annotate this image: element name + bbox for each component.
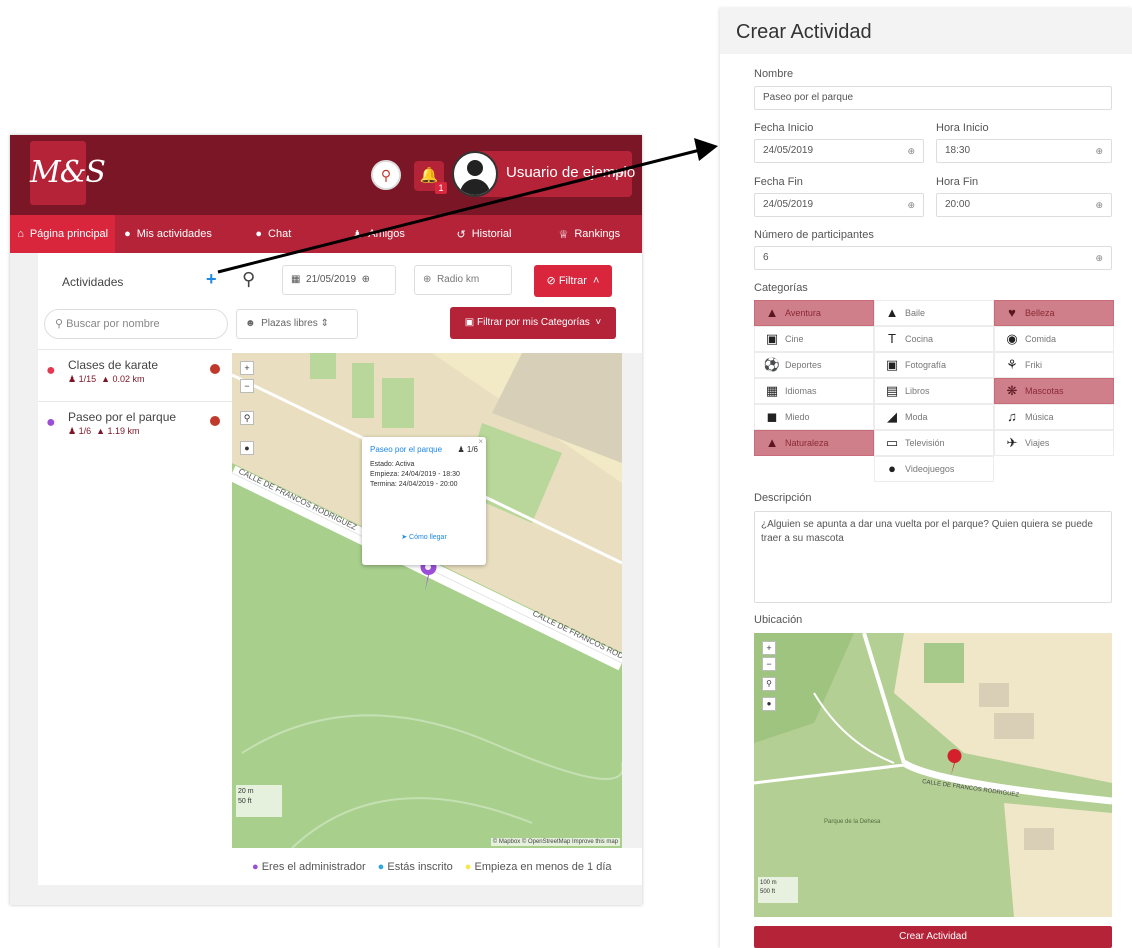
ball-icon: ⚽ <box>763 357 781 372</box>
ghost-icon: ◼ <box>766 409 778 424</box>
book-icon: ▤ <box>885 383 899 398</box>
drumstick-icon: ◉ <box>1006 331 1018 346</box>
geolocate-icon[interactable]: ● <box>762 697 776 711</box>
category-idiomas[interactable]: ▦ Idiomas <box>754 378 874 404</box>
category-aventura[interactable]: ▲ Aventura <box>754 300 874 326</box>
plane-icon: ✈ <box>1006 435 1018 450</box>
category-viajes[interactable]: ✈ Viajes <box>994 430 1114 456</box>
spinner-icon: ⊕ <box>907 200 915 210</box>
zoom-out-button[interactable]: − <box>762 657 776 671</box>
start-date-field[interactable]: 24/05/2019 ⊕ <box>754 139 924 163</box>
zoom-in-button[interactable]: + <box>762 641 776 655</box>
gamepad-icon: ● <box>888 461 896 476</box>
spinner-icon: ⊕ <box>1095 253 1103 263</box>
category-miedo[interactable]: ◼ Miedo <box>754 404 874 430</box>
create-activity-button[interactable]: Crear Actividad <box>754 926 1112 948</box>
form-header: Crear Actividad <box>720 8 1132 54</box>
tshirt-icon: ◢ <box>887 409 897 424</box>
location-map[interactable]: CALLE DE FRANCOS RODRIGUEZ Parque de la … <box>754 633 1112 917</box>
category-musica[interactable]: ♫ Música <box>994 404 1114 430</box>
participants-label: Número de participantes <box>754 229 874 241</box>
map-scale: 100 m 500 ft <box>758 877 798 903</box>
spinner-icon: ⊕ <box>907 146 915 156</box>
bell-icon: ▲ <box>765 435 779 450</box>
map-search-icon[interactable]: ⚲ <box>762 677 776 691</box>
camera-icon: ▣ <box>885 357 899 372</box>
category-fotografia[interactable]: ▣ Fotografía <box>874 352 994 378</box>
start-time-field[interactable]: 18:30 ⊕ <box>936 139 1112 163</box>
start-date-label: Fecha Inicio <box>754 122 814 134</box>
name-label: Nombre <box>754 68 794 80</box>
spinner-icon: ⊕ <box>1095 146 1103 156</box>
description-label: Descripción <box>754 492 812 504</box>
end-time-label: Hora Fin <box>936 176 979 188</box>
category-libros[interactable]: ▤ Libros <box>874 378 994 404</box>
category-deportes[interactable]: ⚽ Deportes <box>754 352 874 378</box>
heart-icon: ♥ <box>1008 305 1016 320</box>
dress-icon: ▲ <box>885 305 899 320</box>
category-belleza[interactable]: ♥ Belleza <box>994 300 1114 326</box>
tv-icon: ▭ <box>885 435 899 450</box>
description-textarea[interactable]: ¿Alguien se apunta a dar una vuelta por … <box>754 511 1112 603</box>
hiker-icon: ▲ <box>765 305 779 320</box>
rebel-icon: ⚘ <box>1006 357 1018 372</box>
category-videojuegos[interactable]: ● Videojuegos <box>874 456 994 482</box>
category-moda[interactable]: ◢ Moda <box>874 404 994 430</box>
category-television[interactable]: ▭ Televisión <box>874 430 994 456</box>
end-date-field[interactable]: 24/05/2019 ⊕ <box>754 193 924 217</box>
category-comida[interactable]: ◉ Comida <box>994 326 1114 352</box>
start-time-label: Hora Inicio <box>936 122 989 134</box>
category-cine[interactable]: ▣ Cine <box>754 326 874 352</box>
name-field[interactable]: Paseo por el parque <box>754 86 1112 110</box>
language-icon: ▦ <box>765 383 779 398</box>
paw-icon: ❋ <box>1006 383 1018 398</box>
category-mascotas[interactable]: ❋ Mascotas <box>994 378 1114 404</box>
categories-label: Categorías <box>754 282 808 294</box>
end-time-field[interactable]: 20:00 ⊕ <box>936 193 1112 217</box>
location-map-tiles: CALLE DE FRANCOS RODRIGUEZ Parque de la … <box>754 633 1112 917</box>
create-activity-form: Crear Actividad Nombre Paseo por el parq… <box>720 8 1132 948</box>
category-baile[interactable]: ▲ Baile <box>874 300 994 326</box>
page-title: Crear Actividad <box>736 21 872 43</box>
film-icon: ▣ <box>765 331 779 346</box>
screenshot-root: M&S ⚲ 🔔 1 Usuario de ejemplo ↦ ⌂ Página p… <box>0 0 1132 948</box>
participants-stepper[interactable]: 6 ⊕ <box>754 246 1112 270</box>
music-icon: ♫ <box>1007 409 1017 424</box>
location-label: Ubicación <box>754 614 803 626</box>
park-label: Parque de la Dehesa <box>824 819 881 825</box>
category-cocina[interactable]: Т Cocina <box>874 326 994 352</box>
category-naturaleza[interactable]: ▲ Naturaleza <box>754 430 874 456</box>
cutlery-icon: Т <box>888 331 896 346</box>
spinner-icon: ⊕ <box>1095 200 1103 210</box>
end-date-label: Fecha Fin <box>754 176 803 188</box>
category-friki[interactable]: ⚘ Friki <box>994 352 1114 378</box>
